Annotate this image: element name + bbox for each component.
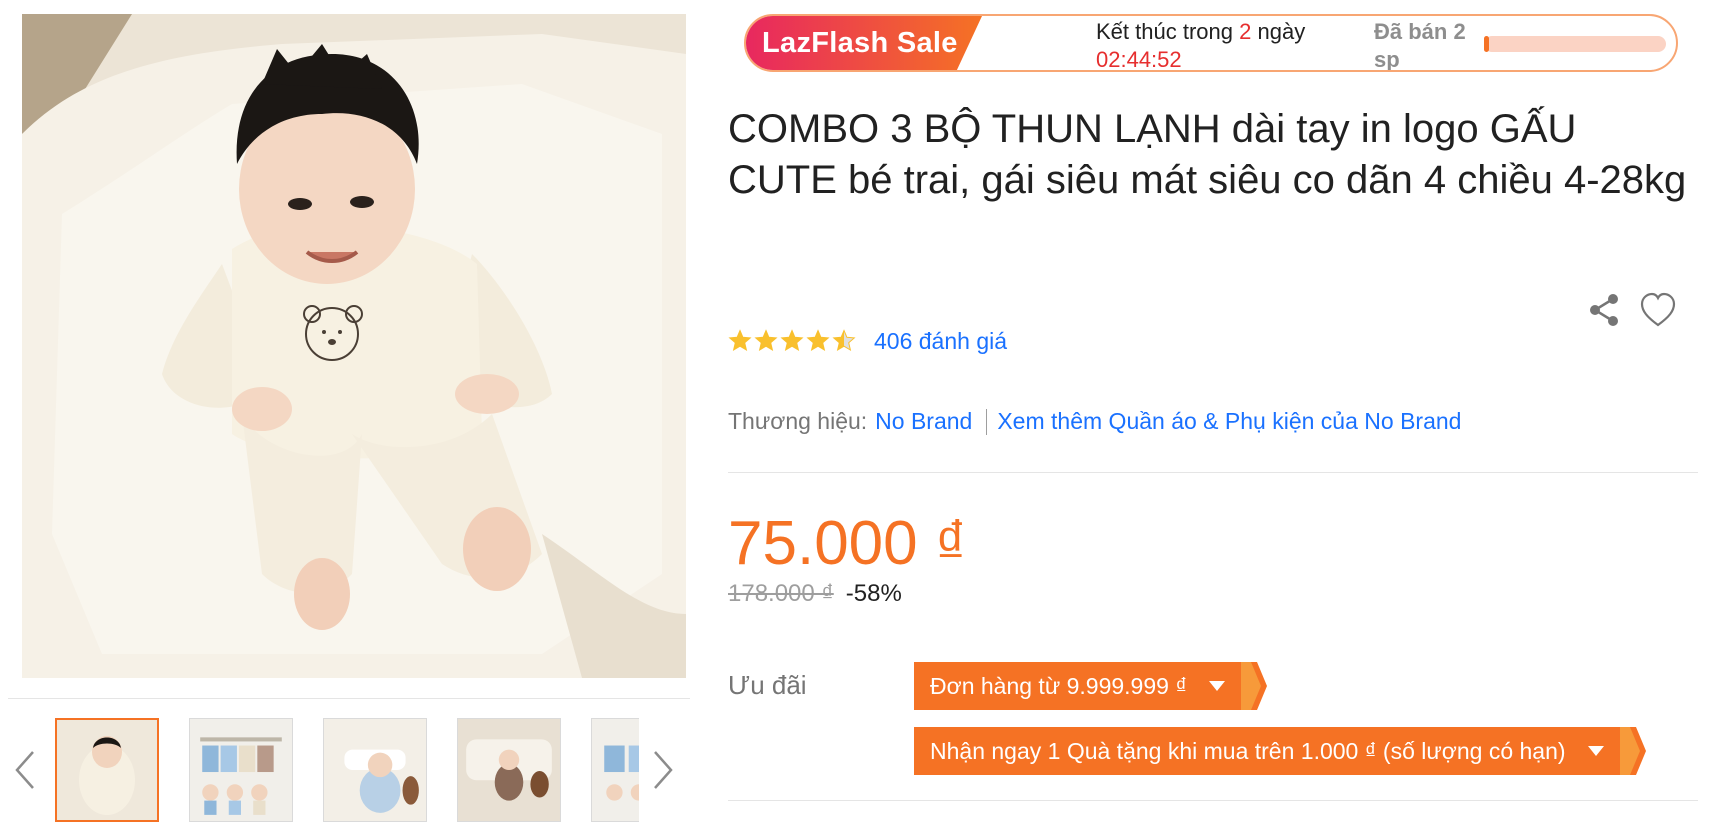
thumbnail-4[interactable] [457, 718, 561, 822]
star-icon [832, 329, 856, 352]
divider [728, 800, 1698, 801]
star-icon [754, 329, 778, 352]
brand-label: Thương hiệu: [728, 408, 868, 434]
countdown-days-suffix: ngày [1257, 19, 1306, 44]
voucher-edge [1619, 727, 1646, 775]
caret-down-icon [1209, 681, 1226, 691]
chevron-right-icon [654, 751, 673, 789]
original-price: 178.000 ₫ [728, 580, 834, 607]
thumbnail-next-button[interactable] [648, 745, 678, 795]
main-product-image[interactable] [22, 14, 686, 678]
favorite-button[interactable] [1638, 290, 1678, 330]
brand-more-link[interactable]: Xem thêm Quần áo & Phụ kiện của No Brand [997, 408, 1461, 435]
price-original-row: 178.000 ₫ -58% [728, 580, 902, 608]
heart-icon [1640, 292, 1676, 327]
discount-percent: -58% [845, 580, 902, 607]
gallery-divider [8, 698, 690, 699]
rating-count-link[interactable]: 406 đánh giá [874, 328, 1007, 355]
share-icon [1590, 294, 1618, 326]
flash-sale-banner: LazFlash Sale Kết thúc trong 2 ngày 02:4… [744, 14, 1678, 72]
product-info: LazFlash Sale Kết thúc trong 2 ngày 02:4… [728, 0, 1698, 836]
rating-row: 406 đánh giá [728, 324, 1007, 358]
voucher-label: Nhận ngay 1 Quà tặng khi mua trên 1.000 … [930, 737, 1566, 764]
voucher-edge [1241, 662, 1268, 710]
product-page: LazFlash Sale Kết thúc trong 2 ngày 02:4… [0, 0, 1720, 836]
flash-sale-logo-text: LazFlash Sale [762, 27, 958, 59]
thumbnail-2[interactable] [189, 718, 293, 822]
flash-sale-countdown: Kết thúc trong 2 ngày 02:44:52 [1096, 18, 1316, 72]
product-gallery [0, 0, 700, 836]
voucher-gift[interactable]: Nhận ngay 1 Quà tặng khi mua trên 1.000 … [914, 727, 1646, 775]
brand-separator [986, 408, 988, 435]
star-icon [728, 329, 752, 352]
star-icon [806, 329, 830, 352]
thumbnail-3[interactable] [323, 718, 427, 822]
chevron-left-icon [15, 751, 34, 789]
countdown-days: 2 [1239, 19, 1252, 44]
flash-sale-progress-fill [1484, 36, 1490, 52]
product-title: COMBO 3 BỘ THUN LẠNH dài tay in logo GẤU… [728, 107, 1687, 202]
flash-sale-sold-count: Đã bán 2 sp [1374, 19, 1466, 72]
voucher-label: Đơn hàng từ 9.999.999 ₫ [930, 672, 1188, 699]
brand-link[interactable]: No Brand [875, 408, 972, 435]
promotions-label: Ưu đãi [728, 670, 807, 700]
thumbnail-1[interactable] [55, 718, 159, 822]
caret-down-icon [1587, 746, 1604, 756]
thumbnail-5[interactable] [591, 718, 639, 822]
flash-sale-progress-bar [1484, 36, 1666, 52]
flash-sale-logo: LazFlash Sale [746, 16, 982, 70]
brand-row: Thương hiệu: No Brand Xem thêm Quần áo &… [728, 408, 1461, 435]
countdown-time: 02:44:52 [1096, 47, 1182, 72]
thumbnail-strip [55, 718, 639, 824]
voucher-min-order[interactable]: Đơn hàng từ 9.999.999 ₫ [914, 662, 1268, 710]
thumbnail-prev-button[interactable] [10, 745, 40, 795]
star-icon [780, 329, 804, 352]
countdown-prefix: Kết thúc trong [1096, 19, 1233, 44]
product-actions [1584, 290, 1678, 330]
divider [728, 472, 1698, 473]
share-button[interactable] [1584, 290, 1624, 330]
current-price: 75.000 ₫ [728, 509, 967, 578]
rating-stars [728, 329, 856, 353]
